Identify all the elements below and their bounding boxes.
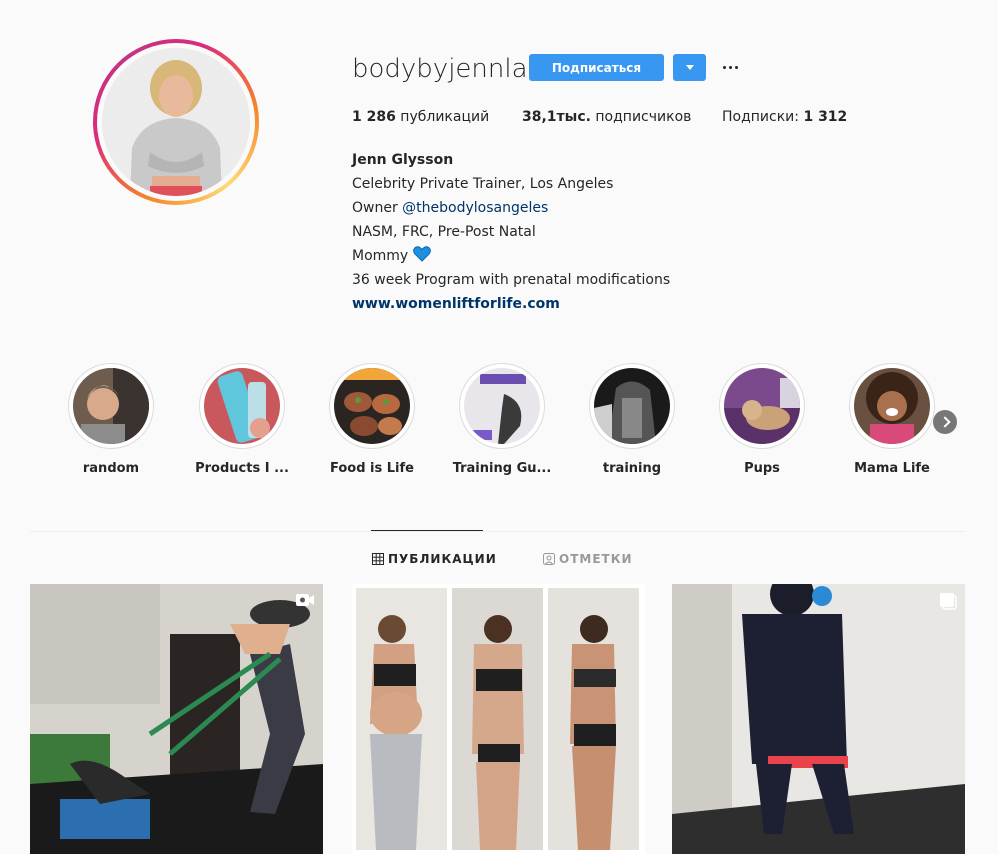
post-image <box>672 584 965 854</box>
video-icon <box>296 594 314 606</box>
highlight-random[interactable]: random <box>61 363 161 477</box>
highlight-pups[interactable]: Pups <box>712 363 812 477</box>
bio-owner-line: Owner @thebodylosangeles <box>352 196 670 220</box>
tagged-user-icon <box>543 553 555 565</box>
tab-posts-label: ПУБЛИКАЦИИ <box>388 552 497 566</box>
suggestions-dropdown-button[interactable] <box>673 54 706 81</box>
bio-mommy-line: Mommy <box>352 244 670 268</box>
highlight-label: Mama Life <box>854 461 930 476</box>
post-image <box>352 584 645 854</box>
posts-label: публикаций <box>400 109 490 125</box>
highlight-label: Pups <box>744 461 780 476</box>
highlight-mama-life[interactable]: Mama Life <box>842 363 942 477</box>
bio-owner-prefix: Owner <box>352 200 398 216</box>
following-count: 1 312 <box>803 109 848 125</box>
highlight-thumbnail <box>594 368 670 444</box>
posts-count: 1 286 <box>352 109 396 125</box>
bio-line: 36 week Program with prenatal modificati… <box>352 272 671 288</box>
grid-icon <box>372 553 384 565</box>
highlight-ring <box>329 363 415 449</box>
post-thumbnail[interactable] <box>672 584 965 854</box>
highlight-label: Training Gu... <box>452 461 552 476</box>
highlight-label: Products I ... <box>195 461 289 476</box>
blue-heart-icon <box>412 246 431 262</box>
highlight-ring <box>199 363 285 449</box>
post-thumbnail[interactable] <box>30 584 323 854</box>
bio-line: Mommy <box>352 248 409 264</box>
tab-tagged[interactable]: ОТМЕТКИ <box>543 551 633 567</box>
highlight-ring <box>719 363 805 449</box>
highlight-training[interactable]: training <box>582 363 682 477</box>
bio-line: NASM, FRC, Pre-Post Natal <box>352 224 536 240</box>
highlight-training-guide[interactable]: Training Gu... <box>452 363 552 477</box>
followers-label: подписчиков <box>595 109 692 125</box>
followers-stat[interactable]: 38,1тыс. подписчиков <box>522 108 691 126</box>
avatar[interactable] <box>102 48 250 196</box>
owner-handle-link[interactable]: @thebodylosangeles <box>402 200 548 216</box>
bio-line: Celebrity Private Trainer, Los Angeles <box>352 176 614 192</box>
tabs-divider <box>30 531 966 532</box>
posts-count-stat: 1 286 публикаций <box>352 108 489 126</box>
highlight-label: random <box>82 461 140 476</box>
follow-button[interactable]: Подписаться <box>529 54 664 81</box>
avatar-image <box>102 48 250 196</box>
highlight-thumbnail <box>334 368 410 444</box>
highlight-label: Food is Life <box>330 461 414 476</box>
highlight-thumbnail <box>724 368 800 444</box>
highlight-ring <box>68 363 154 449</box>
website-link[interactable]: www.womenliftforlife.com <box>352 292 670 316</box>
followers-count: 38,1тыс. <box>522 109 591 125</box>
highlight-ring <box>459 363 545 449</box>
highlight-ring <box>849 363 935 449</box>
active-tab-indicator <box>371 530 483 531</box>
chevron-right-icon[interactable] <box>933 410 957 434</box>
highlight-thumbnail <box>464 368 540 444</box>
highlight-label: training <box>602 461 662 476</box>
following-label: Подписки: <box>722 109 799 125</box>
highlight-thumbnail <box>73 368 149 444</box>
highlight-products[interactable]: Products I ... <box>192 363 292 477</box>
profile-username: bodybyjennla <box>352 54 528 84</box>
tab-tagged-label: ОТМЕТКИ <box>559 552 633 566</box>
highlight-food[interactable]: Food is Life <box>322 363 422 477</box>
avatar-gap <box>97 43 255 201</box>
tab-posts[interactable]: ПУБЛИКАЦИИ <box>372 551 497 567</box>
highlight-thumbnail <box>204 368 280 444</box>
profile-full-name: Jenn Glysson <box>352 152 454 168</box>
more-dots-icon[interactable] <box>720 54 742 81</box>
profile-avatar-ring[interactable] <box>93 39 259 205</box>
highlight-ring <box>589 363 675 449</box>
following-stat[interactable]: Подписки: 1 312 <box>722 108 847 126</box>
post-image <box>30 584 323 854</box>
carousel-icon <box>940 593 957 610</box>
highlight-thumbnail <box>854 368 930 444</box>
profile-bio: Jenn Glysson Celebrity Private Trainer, … <box>352 148 670 316</box>
post-thumbnail[interactable] <box>352 584 645 854</box>
